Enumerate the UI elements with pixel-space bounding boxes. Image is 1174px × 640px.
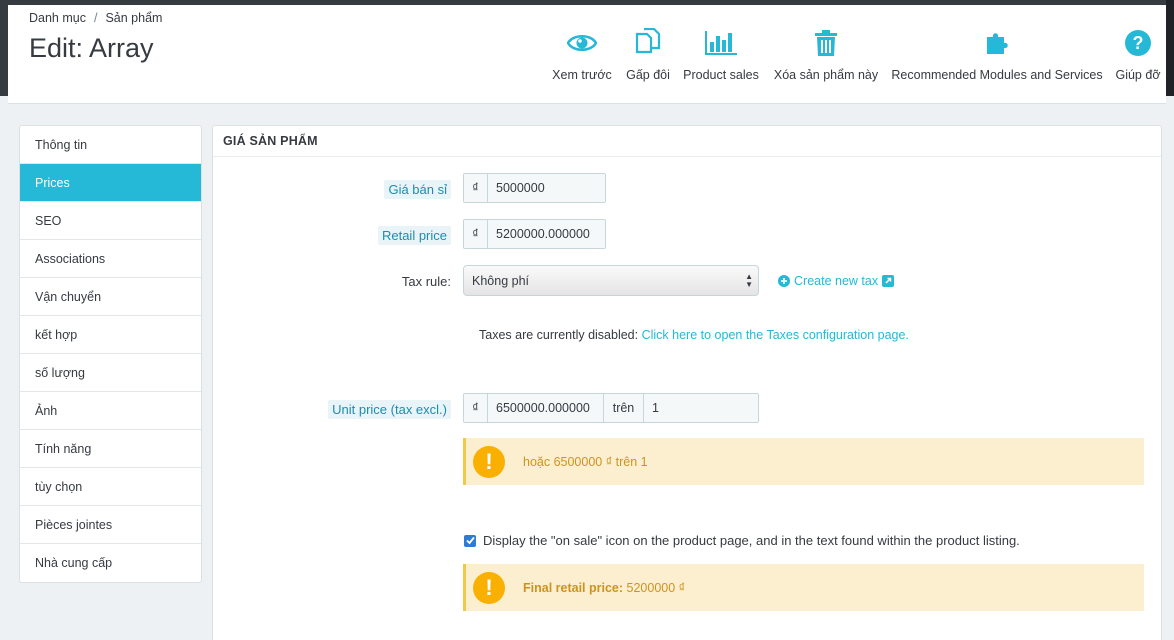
- taxes-config-link[interactable]: Click here to open the Taxes configurati…: [642, 328, 909, 342]
- breadcrumb-current[interactable]: Sản phẩm: [105, 11, 162, 25]
- eye-icon: [552, 27, 612, 59]
- tax-rule-select[interactable]: Không phí ▲ ▼: [463, 265, 759, 296]
- duplicate-label: Gấp đôi: [626, 68, 670, 82]
- sidebar-item-quantities[interactable]: số lượng: [20, 354, 201, 392]
- final-price-alert: ! Final retail price: 5200000 ₫: [463, 564, 1144, 611]
- sidebar-item-suppliers[interactable]: Nhà cung cấp: [20, 544, 201, 582]
- unit-price-group: ₫ 6500000.000000 trên 1: [463, 393, 759, 423]
- final-price-label: Final retail price:: [523, 580, 624, 595]
- retail-price-group: ₫ 5200000.000000: [463, 219, 606, 249]
- sidebar-item-info[interactable]: Thông tin: [20, 126, 201, 164]
- unit-per-label: trên: [603, 394, 644, 422]
- retail-price-input[interactable]: 5200000.000000: [488, 220, 605, 248]
- plus-circle-icon: [778, 275, 790, 287]
- delete-product-button[interactable]: Xóa sản phẩm này: [771, 27, 881, 82]
- sidebar-item-images[interactable]: Ảnh: [20, 392, 201, 430]
- create-new-tax-link[interactable]: Create new tax: [778, 274, 895, 288]
- on-sale-checkbox[interactable]: [464, 534, 476, 547]
- taxes-disabled-text: Taxes are currently disabled:: [479, 328, 639, 342]
- breadcrumb-separator: /: [93, 11, 98, 25]
- select-arrows-icon: ▲ ▼: [745, 272, 753, 289]
- duplicate-icon: [622, 27, 674, 59]
- bar-chart-icon: [680, 27, 762, 59]
- unit-price-alert-text: hoặc 6500000 ₫ trên 1: [523, 454, 648, 469]
- prices-panel: Giá sản phẩm Giá bán sỉ ₫ 5000000 Retail…: [212, 125, 1162, 640]
- taxes-disabled-note: Taxes are currently disabled: Click here…: [479, 328, 909, 342]
- tax-rule-value: Không phí: [472, 273, 529, 288]
- retail-price-label: Retail price: [377, 226, 451, 245]
- on-sale-option[interactable]: Display the "on sale" icon on the produc…: [464, 533, 1020, 548]
- window-right-edge: [1166, 0, 1174, 96]
- preview-button[interactable]: Xem trước: [552, 27, 612, 82]
- sidebar-item-prices[interactable]: Prices: [20, 164, 201, 202]
- sidebar-item-associations[interactable]: Associations: [20, 240, 201, 278]
- unit-price-label: Unit price (tax excl.): [328, 400, 451, 419]
- warning-icon: !: [473, 571, 505, 604]
- final-price-value: 5200000 ₫: [626, 580, 686, 595]
- wholesale-price-group: ₫ 5000000: [463, 173, 606, 203]
- product-tabs-sidebar: Thông tin Prices SEO Associations Vận ch…: [19, 125, 202, 583]
- svg-text:?: ?: [1133, 33, 1144, 53]
- breadcrumb-parent[interactable]: Danh mục: [29, 11, 86, 25]
- panel-title: Giá sản phẩm: [213, 126, 1161, 157]
- on-sale-label: Display the "on sale" icon on the produc…: [483, 533, 1020, 548]
- help-icon: ?: [1114, 27, 1162, 59]
- wholesale-price-input[interactable]: 5000000: [488, 174, 605, 202]
- sidebar-item-features[interactable]: Tính năng: [20, 430, 201, 468]
- duplicate-button[interactable]: Gấp đôi: [622, 27, 674, 82]
- product-sales-label: Product sales: [683, 68, 759, 82]
- page-header: Danh mục / Sản phẩm Edit: Array Xem trước …: [8, 5, 1166, 104]
- window-left-edge: [0, 0, 8, 96]
- puzzle-icon: [889, 27, 1105, 59]
- delete-product-label: Xóa sản phẩm này: [773, 68, 879, 82]
- trash-icon: [771, 27, 881, 59]
- recommended-modules-button[interactable]: Recommended Modules and Services: [889, 27, 1105, 82]
- help-label: Giúp đỡ: [1115, 68, 1161, 82]
- sidebar-item-options[interactable]: tùy chọn: [20, 468, 201, 506]
- warning-icon: !: [473, 445, 505, 478]
- breadcrumb: Danh mục / Sản phẩm: [29, 11, 162, 25]
- external-link-icon: [882, 275, 895, 287]
- preview-label: Xem trước: [552, 68, 612, 82]
- help-button[interactable]: ? Giúp đỡ: [1114, 27, 1162, 82]
- unit-price-input[interactable]: 6500000.000000: [488, 394, 603, 422]
- tax-rule-label: Tax rule:: [401, 274, 451, 289]
- create-new-tax-label: Create new tax: [794, 274, 879, 288]
- recommended-modules-label: Recommended Modules and Services: [891, 68, 1103, 82]
- unit-per-input[interactable]: 1: [644, 394, 758, 422]
- checkmark-icon: [465, 536, 475, 545]
- final-price-alert-text: Final retail price: 5200000 ₫: [523, 581, 685, 595]
- wholesale-price-label: Giá bán sỉ: [384, 180, 451, 199]
- sidebar-item-shipping[interactable]: Vận chuyển: [20, 278, 201, 316]
- product-sales-button[interactable]: Product sales: [680, 27, 762, 82]
- unit-price-alert: ! hoặc 6500000 ₫ trên 1: [463, 438, 1144, 485]
- unit-price-currency: ₫: [464, 394, 488, 422]
- retail-currency: ₫: [464, 220, 488, 248]
- sidebar-item-attachments[interactable]: Pièces jointes: [20, 506, 201, 544]
- wholesale-currency: ₫: [464, 174, 488, 202]
- sidebar-item-combinations[interactable]: kết hợp: [20, 316, 201, 354]
- page-title: Edit: Array: [29, 33, 154, 63]
- sidebar-item-seo[interactable]: SEO: [20, 202, 201, 240]
